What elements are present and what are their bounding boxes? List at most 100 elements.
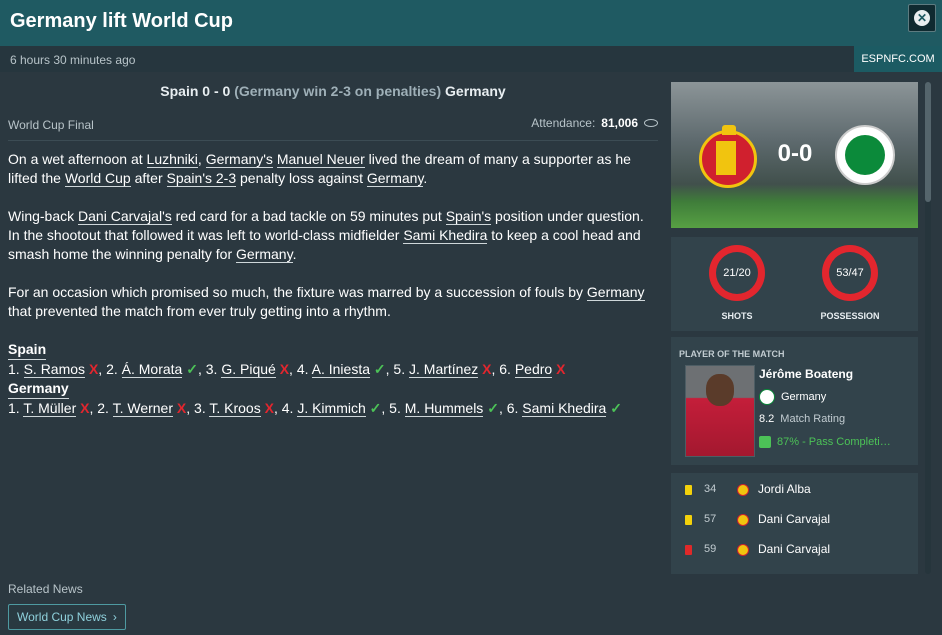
link-dani-carvajal[interactable]: Dani Carvajal's bbox=[78, 208, 172, 225]
text: For an occasion which promised so much, … bbox=[8, 284, 587, 300]
link-spain[interactable]: Spain's bbox=[445, 208, 492, 225]
penalty-number: 4. bbox=[296, 361, 309, 377]
missed-icon: X bbox=[482, 361, 492, 377]
penalty-taker[interactable]: G. Piqué bbox=[221, 361, 276, 378]
event-minute: 34 bbox=[704, 483, 717, 495]
possession-ring: 53/47 bbox=[822, 245, 878, 301]
penalty-number: 5. bbox=[393, 361, 406, 377]
source-badge[interactable]: ESPNFC.COM bbox=[854, 46, 942, 72]
text: red card for a bad tackle on 59 minutes … bbox=[171, 208, 446, 224]
pass-completion: 87% - Pass Completi… bbox=[759, 436, 891, 448]
away-team[interactable]: Germany bbox=[445, 83, 506, 99]
missed-icon: X bbox=[176, 400, 187, 416]
text: . bbox=[292, 246, 297, 262]
spain-team-icon bbox=[737, 544, 749, 556]
close-button[interactable]: ✕ bbox=[908, 4, 936, 32]
right-scrollbar[interactable] bbox=[925, 82, 931, 574]
window-header: Germany lift World Cup ✕ bbox=[0, 0, 942, 46]
spain-team-icon bbox=[737, 484, 749, 496]
match-score: 0 - 0 bbox=[202, 83, 231, 99]
match-events-panel: 34 Jordi Alba 57 Dani Carvajal 59 Dani C… bbox=[671, 473, 918, 574]
text: that prevented the match from ever truly… bbox=[8, 303, 391, 319]
penalty-number: 1. bbox=[8, 400, 20, 416]
possession-label: POSSESSION bbox=[820, 311, 880, 321]
penalty-taker[interactable]: T. Werner bbox=[112, 400, 174, 417]
match-score-line: Spain 0 - 0 (Germany win 2-3 on penaltie… bbox=[8, 83, 658, 99]
penalty-taker[interactable]: Á. Morata bbox=[121, 361, 183, 378]
shots-ring: 21/20 bbox=[709, 245, 765, 301]
penalty-number: 5. bbox=[389, 400, 401, 416]
attendance-value: 81,006 bbox=[601, 116, 638, 130]
close-icon: ✕ bbox=[914, 10, 930, 26]
club-name[interactable]: Germany bbox=[781, 391, 826, 403]
penalty-number: 3. bbox=[194, 400, 206, 416]
spain-penalties: 1. S. Ramos X, 2. Á. Morata ✓, 3. G. Piq… bbox=[8, 361, 566, 378]
link-germany[interactable]: Germany bbox=[366, 170, 424, 187]
penalty-taker[interactable]: A. Iniesta bbox=[311, 361, 371, 378]
penalty-taker[interactable]: S. Ramos bbox=[23, 361, 86, 378]
player-photo[interactable] bbox=[685, 365, 755, 457]
scored-icon: ✓ bbox=[610, 400, 622, 416]
link-germany[interactable]: Germany bbox=[586, 284, 645, 301]
germany-crest-icon bbox=[835, 125, 895, 185]
link-world-cup[interactable]: World Cup bbox=[64, 170, 131, 187]
link-germany[interactable]: Germany's bbox=[205, 151, 273, 168]
event-player[interactable]: Jordi Alba bbox=[758, 482, 811, 496]
link-spain-score[interactable]: Spain's 2-3 bbox=[166, 170, 237, 187]
penalty-number: 3. bbox=[205, 361, 218, 377]
scored-icon: ✓ bbox=[186, 361, 198, 377]
link-luzhniki[interactable]: Luzhniki bbox=[146, 151, 198, 168]
event-row: 57 Dani Carvajal bbox=[671, 507, 918, 537]
scoreboard-score: 0-0 bbox=[777, 140, 813, 167]
text: Wing-back bbox=[8, 208, 79, 224]
penalty-taker[interactable]: J. Kimmich bbox=[297, 400, 366, 417]
scored-icon: ✓ bbox=[369, 400, 382, 416]
spain-team-icon bbox=[737, 514, 749, 526]
link-sami-khedira[interactable]: Sami Khedira bbox=[403, 227, 488, 244]
thumbs-up-icon bbox=[759, 436, 771, 448]
link-manuel-neuer[interactable]: Manuel Neuer bbox=[276, 151, 365, 168]
penalty-number: 6. bbox=[499, 361, 511, 377]
home-team[interactable]: Spain bbox=[160, 83, 198, 99]
link-germany[interactable]: Germany bbox=[236, 246, 293, 263]
penalty-number: 2. bbox=[97, 400, 109, 416]
paragraph-1: On a wet afternoon at Luzhniki, Germany'… bbox=[8, 150, 658, 188]
germany-penalties: 1. T. Müller X, 2. T. Werner X, 3. T. Kr… bbox=[8, 400, 622, 417]
player-of-the-match-panel: PLAYER OF THE MATCH Jérôme Boateng Germa… bbox=[671, 337, 918, 465]
missed-icon: X bbox=[88, 361, 99, 377]
missed-icon: X bbox=[80, 400, 90, 416]
chevron-right-icon: › bbox=[112, 610, 117, 624]
competition-name[interactable]: World Cup Final bbox=[8, 118, 94, 132]
rating-value: 8.2 bbox=[759, 413, 775, 425]
penalty-taker[interactable]: M. Hummels bbox=[404, 400, 484, 417]
stats-panel: 21/20 SHOTS 53/47 POSSESSION bbox=[671, 237, 918, 331]
penalty-taker[interactable]: T. Müller bbox=[23, 400, 77, 417]
penalty-taker[interactable]: Pedro bbox=[514, 361, 553, 378]
event-player[interactable]: Dani Carvajal bbox=[758, 542, 830, 556]
germany-penalties-title[interactable]: Germany bbox=[8, 379, 69, 399]
shots-value: 21/20 bbox=[716, 252, 758, 294]
article-body: On a wet afternoon at Luzhniki, Germany'… bbox=[8, 150, 658, 418]
world-cup-news-button[interactable]: World Cup News › bbox=[8, 604, 126, 630]
page-title: Germany lift World Cup bbox=[10, 10, 233, 32]
scoreboard-image: 0-0 bbox=[671, 82, 918, 228]
penalty-taker[interactable]: Sami Khedira bbox=[522, 400, 607, 417]
yellow-card-icon bbox=[685, 485, 692, 495]
player-name[interactable]: Jérôme Boateng bbox=[759, 367, 853, 381]
attendance: Attendance: 81,006 bbox=[531, 116, 658, 130]
subheader: 6 hours 30 minutes ago ESPNFC.COM bbox=[0, 46, 942, 72]
text: after bbox=[130, 170, 167, 186]
penalty-taker[interactable]: J. Martínez bbox=[409, 361, 479, 378]
spain-penalties-title[interactable]: Spain bbox=[8, 340, 47, 360]
related-news-label: Related News bbox=[8, 582, 83, 596]
paragraph-3: For an occasion which promised so much, … bbox=[8, 283, 658, 321]
red-card-icon bbox=[685, 545, 692, 555]
yellow-card-icon bbox=[685, 515, 692, 525]
scrollbar-thumb[interactable] bbox=[925, 82, 931, 202]
penalty-taker[interactable]: T. Kroos bbox=[209, 400, 261, 417]
potm-title: PLAYER OF THE MATCH bbox=[679, 349, 785, 359]
timestamp: 6 hours 30 minutes ago bbox=[10, 53, 136, 67]
match-rating: 8.2 Match Rating bbox=[759, 413, 845, 425]
text: . bbox=[423, 170, 428, 186]
event-player[interactable]: Dani Carvajal bbox=[758, 512, 830, 526]
